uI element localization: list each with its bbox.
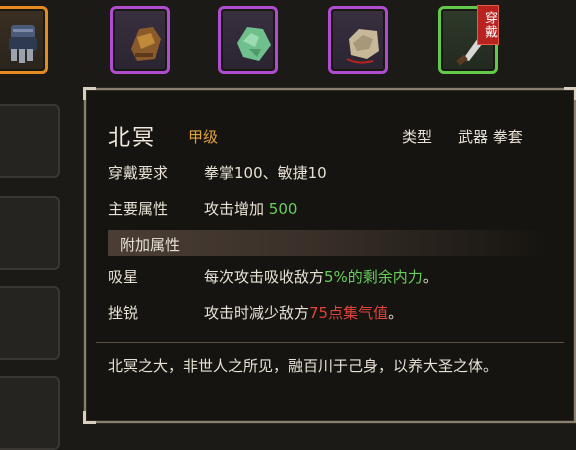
panel-corner [83,87,96,100]
extra-attr-value: 攻击时减少敌方75点集气值。 [204,302,403,323]
extra-attr-prefix: 每次攻击吸收敌方 [204,268,325,286]
extra-attr-suffix: 。 [388,304,404,322]
extra-attr-label: 挫锐 [108,304,139,322]
inventory-slot[interactable] [0,376,60,450]
gauntlet-icon [9,25,37,63]
divider [96,342,564,343]
extra-attr-suffix: 。 [422,268,438,286]
type-value: 武器 拳套 [458,128,523,146]
main-attr-prefix: 攻击增加 [204,200,269,218]
extra-attr-highlight: 5%的剩余内力 [324,268,423,286]
item-description: 北冥之大，非世人之所见，融百川于己身，以养大圣之体。 [108,357,499,375]
requirement-value: 拳掌100、敏捷10 [204,164,327,182]
panel-corner [564,87,576,100]
jade-stone-icon [237,27,271,61]
item-slot-blade[interactable]: 穿戴 [438,5,499,74]
pouch-icon [346,29,379,64]
inventory-slot[interactable] [0,286,60,360]
main-attr-label: 主要属性 [108,200,169,218]
item-slot-jade-stone[interactable] [218,6,278,74]
extra-attr-title: 附加属性 [120,236,181,254]
item-tooltip: 北冥 甲级 类型 武器 拳套 穿戴要求 拳掌100、敏捷10 主要属性 攻击增加… [83,87,576,424]
leather-glove-icon [131,27,161,61]
requirement-label: 穿戴要求 [108,164,169,182]
inventory-slot[interactable] [0,104,60,178]
item-slot-gauntlet[interactable] [0,6,48,74]
type-label: 类型 [402,128,433,146]
item-slot-pouch[interactable] [328,6,388,74]
main-attr-value: 500 [268,200,298,218]
extra-attr-value: 每次攻击吸收敌方5%的剩余内力。 [204,266,438,287]
item-name: 北冥 [108,126,157,151]
extra-attr-prefix: 攻击时减少敌方 [204,304,310,322]
extra-attr-highlight: 75点集气值 [309,304,389,322]
extra-attr-label: 吸星 [108,268,139,286]
item-slot-row: 穿戴 [0,0,576,84]
main-attr-value-row: 攻击增加 500 [204,198,297,219]
inventory-slot[interactable] [0,196,60,270]
panel-corner [83,411,96,424]
item-slot-leather-glove[interactable] [110,6,170,74]
equipped-badge: 穿戴 [477,5,499,45]
extra-attr-section: 附加属性 [108,230,548,256]
item-grade: 甲级 [188,128,219,146]
